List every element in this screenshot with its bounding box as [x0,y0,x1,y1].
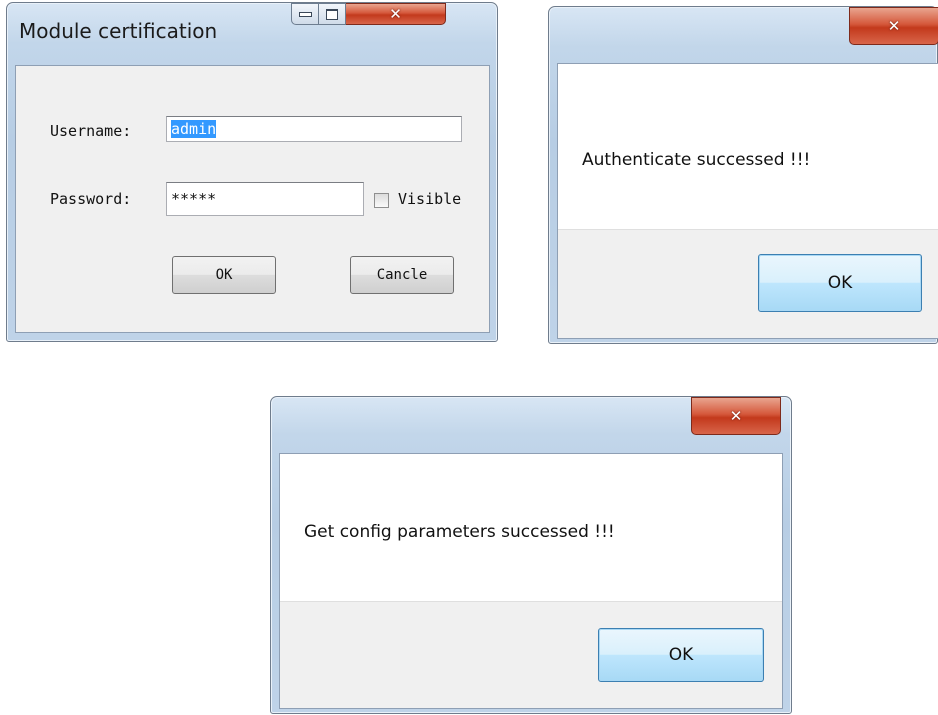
cancel-button[interactable]: Cancle [350,256,454,294]
authenticate-message-dialog: ✕ Authenticate successed !!! OK [548,6,938,344]
caption-buttons: ✕ [291,3,446,25]
caption-buttons: ✕ [691,397,781,435]
close-button[interactable]: ✕ [346,3,446,25]
close-button[interactable]: ✕ [849,7,938,45]
button-strip: OK [280,601,782,708]
visible-checkbox[interactable] [374,193,389,208]
maximize-button[interactable] [319,3,346,25]
dialog-title: Module certification [19,19,218,43]
close-icon: ✕ [729,406,743,425]
dialog-client-area: Username: admin Password: ***** Visible … [15,65,490,333]
username-label: Username: [50,122,132,140]
message-text: Get config parameters successed !!! [304,522,615,542]
caption-buttons: ✕ [849,7,938,45]
module-certification-dialog: Module certification ✕ Username: admin P… [6,2,498,342]
username-input[interactable]: admin [166,116,462,142]
password-label: Password: [50,190,132,208]
password-value: ***** [171,190,217,208]
minimize-button[interactable] [291,3,319,25]
dialog-client-area: Authenticate successed !!! OK [557,63,938,339]
ok-button[interactable]: OK [598,628,764,682]
close-icon: ✕ [887,16,901,35]
message-text: Authenticate successed !!! [582,150,811,170]
ok-button[interactable]: OK [172,256,276,294]
config-message-dialog: ✕ Get config parameters successed !!! OK [270,396,792,714]
dialog-client-area: Get config parameters successed !!! OK [279,453,783,709]
password-input[interactable]: ***** [166,182,364,216]
close-icon: ✕ [389,4,402,23]
button-strip: OK [558,229,938,338]
maximize-icon [326,8,338,20]
close-button[interactable]: ✕ [691,397,781,435]
username-value: admin [171,120,217,138]
ok-button[interactable]: OK [758,254,922,312]
visible-label: Visible [398,190,462,208]
minimize-icon [298,11,312,17]
